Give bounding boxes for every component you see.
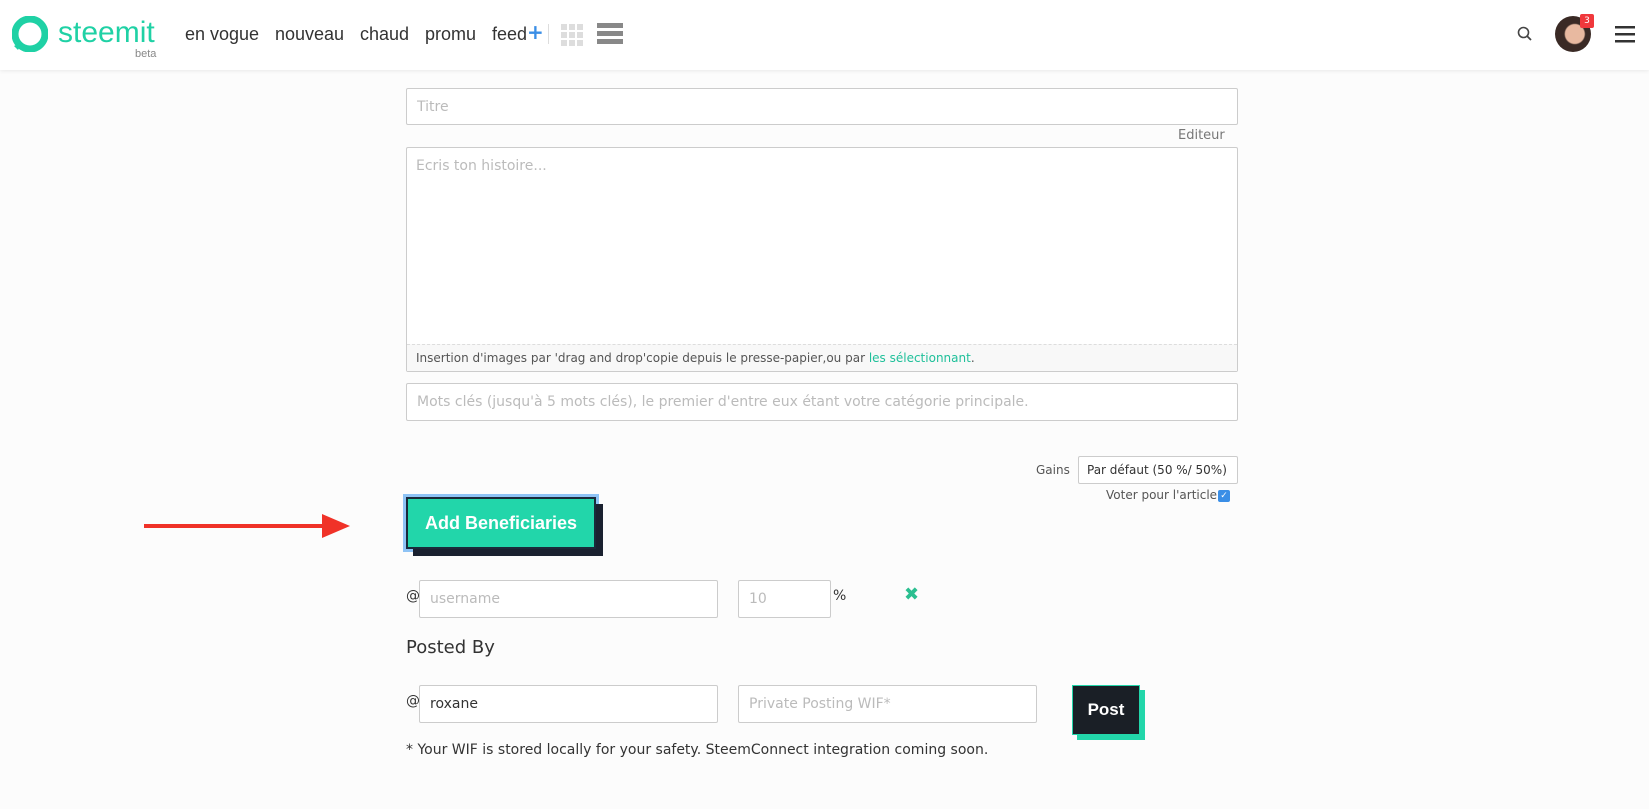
beta-label: beta — [135, 48, 157, 60]
nav-en-vogue[interactable]: en vogue — [185, 24, 259, 45]
add-beneficiaries-button[interactable]: Add Beneficiaries — [406, 497, 596, 549]
nav-nouveau[interactable]: nouveau — [275, 24, 344, 45]
editor-toggle[interactable]: Editeur — [1178, 128, 1225, 143]
brand-name[interactable]: steemit — [58, 16, 155, 50]
notification-badge: 3 — [1580, 14, 1594, 28]
wif-note: * Your WIF is stored locally for your sa… — [406, 742, 989, 758]
body-editor: Ecris ton histoire... Insertion d'images… — [406, 147, 1238, 372]
rewards-label: Gains — [1036, 463, 1070, 477]
percent-sign: % — [833, 588, 847, 604]
grid-view-icon[interactable] — [561, 24, 583, 46]
nav-promu[interactable]: promu — [425, 24, 476, 45]
beneficiary-username-input[interactable] — [419, 580, 718, 618]
remove-beneficiary-icon[interactable]: ✖ — [904, 584, 919, 605]
nav-chaud[interactable]: chaud — [360, 24, 409, 45]
title-input[interactable] — [406, 88, 1238, 125]
at-sign: @ — [406, 693, 420, 709]
posting-username-input[interactable] — [419, 685, 718, 723]
at-sign: @ — [406, 588, 420, 604]
red-arrow-annotation — [144, 514, 350, 538]
upload-hint: Insertion d'images par 'drag and drop'co… — [407, 344, 1237, 371]
vote-label: Voter pour l'article — [1106, 488, 1218, 502]
divider — [548, 24, 549, 44]
search-icon[interactable] — [1517, 26, 1533, 42]
body-textarea[interactable]: Ecris ton histoire... — [416, 158, 547, 174]
nav-feed[interactable]: feed — [492, 24, 527, 45]
posted-by-heading: Posted By — [406, 637, 495, 658]
steemit-logo-icon[interactable] — [12, 16, 48, 52]
top-bar: steemit beta en vogue nouveau chaud prom… — [0, 0, 1649, 70]
rewards-select[interactable]: Par défaut (50 %/ 50%) — [1078, 456, 1238, 484]
private-wif-input[interactable] — [738, 685, 1037, 723]
tags-input[interactable] — [406, 383, 1238, 421]
beneficiary-percent-input[interactable] — [738, 580, 831, 618]
feed-plus-icon: + — [527, 20, 544, 44]
menu-icon[interactable] — [1615, 26, 1635, 44]
vote-checkbox[interactable]: ✓ — [1218, 490, 1230, 502]
post-button[interactable]: Post — [1072, 685, 1140, 735]
select-images-link[interactable]: les sélectionnant — [869, 351, 971, 365]
list-view-icon[interactable] — [597, 23, 623, 45]
